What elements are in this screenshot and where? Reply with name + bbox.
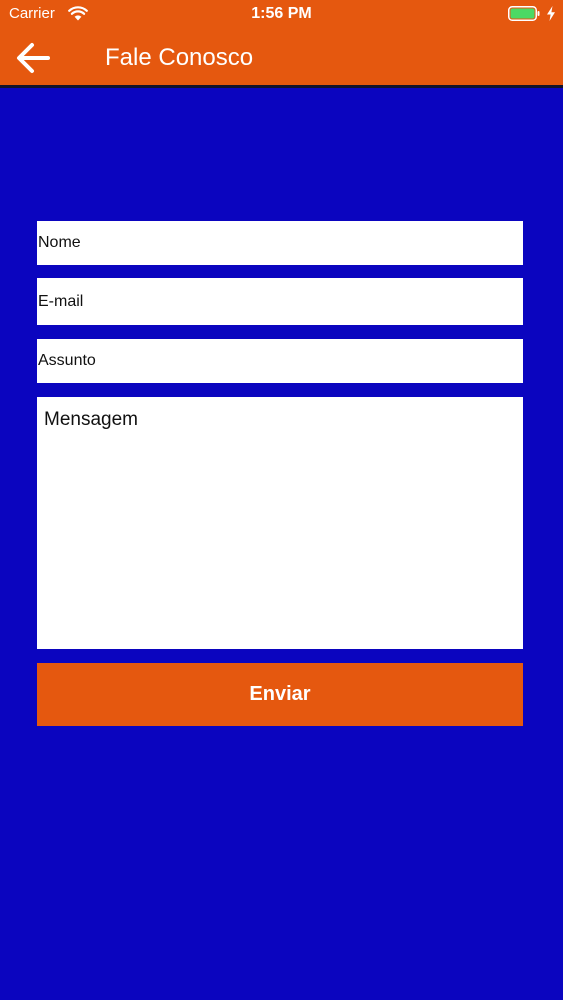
- back-button[interactable]: [14, 40, 58, 76]
- header-divider: [0, 85, 563, 88]
- arrow-left-icon: [17, 43, 50, 73]
- email-input[interactable]: [37, 278, 523, 325]
- status-time: 1:56 PM: [251, 5, 312, 22]
- name-input[interactable]: [37, 221, 523, 265]
- send-button[interactable]: Enviar: [37, 663, 523, 726]
- page-title: Fale Conosco: [105, 44, 254, 71]
- bolt-icon: [547, 6, 555, 21]
- status-bar: Carrier 1:56 PM: [0, 0, 563, 30]
- subject-input[interactable]: [37, 339, 523, 383]
- battery-icon: [508, 6, 540, 21]
- message-textarea[interactable]: [37, 397, 523, 649]
